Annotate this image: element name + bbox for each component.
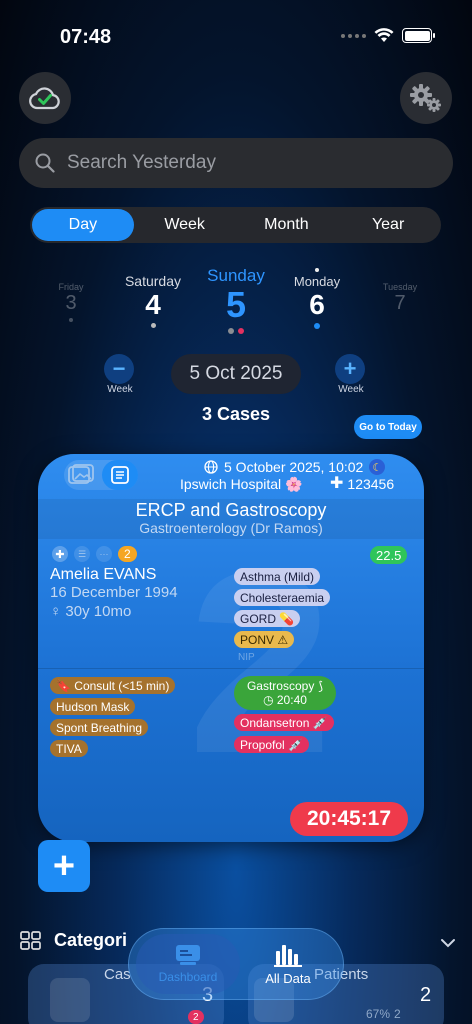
case-timer[interactable]: 20:45:17 [290, 802, 408, 836]
tab-all-data-label: All Data [265, 970, 311, 986]
date-pill[interactable]: 5 Oct 2025 [171, 354, 301, 394]
patients-tile-num: 2 [420, 984, 432, 1006]
cases-tile-label: Cas [104, 966, 131, 983]
search-input[interactable]: Search Yesterday [67, 152, 216, 174]
patients-tile-stats: 67% 2 [366, 1007, 401, 1021]
drug-tag[interactable]: Propofol 💉 [234, 736, 309, 753]
prev-week-control[interactable]: − Week [104, 354, 136, 395]
segment-year[interactable]: Year [337, 209, 439, 241]
notes-button[interactable] [102, 460, 138, 490]
day-tuesday[interactable]: Tuesday 7 [378, 282, 422, 315]
day-friday[interactable]: Friday 3 [48, 282, 94, 322]
period-segmented-control[interactable]: Day Week Month Year [30, 207, 441, 243]
mrn-number: 123456 [347, 476, 395, 492]
cloud-check-icon [29, 87, 60, 110]
segment-month[interactable]: Month [236, 209, 338, 241]
search-icon [35, 153, 55, 173]
search-bar[interactable]: Search Yesterday [19, 138, 453, 188]
case-index-watermark: 2 [188, 518, 333, 808]
mrn-row: ✚ 123456 [330, 475, 395, 493]
anaesthesia-tag[interactable]: 🔖 Consult (<15 min) [50, 677, 176, 694]
procedure-icon: ⟆ [318, 679, 324, 693]
score-badge: 22.5 [370, 546, 408, 564]
cloud-sync-button[interactable] [19, 72, 71, 124]
condition-tag[interactable]: GORD 💊 [234, 610, 301, 627]
patient-dob: 16 December 1994 [50, 584, 178, 601]
cellular-icon [341, 33, 366, 38]
specialty: Gastroenterology (Dr Ramos) [139, 520, 323, 536]
notes-icon [111, 466, 129, 484]
anaesthesia-tag[interactable]: Spont Breathing [50, 719, 149, 736]
tab-dashboard[interactable]: Dashboard [136, 934, 240, 994]
procedure-time-tag[interactable]: Gastroscopy ⟆ ◷ 20:40 [234, 676, 336, 710]
chevron-down-icon[interactable] [440, 938, 456, 948]
tab-dashboard-label: Dashboard [158, 970, 218, 984]
procedure-title: ERCP and Gastroscopy [135, 500, 327, 520]
hospital-name: Ipswich Hospital 🌸 [180, 476, 303, 492]
case-datetime: 5 October 2025, 10:02 [224, 459, 364, 475]
condition-tag[interactable]: PONV ⚠ [234, 631, 295, 648]
add-icon[interactable]: ✚ [52, 546, 68, 562]
next-week-control[interactable]: + Week [335, 354, 367, 395]
medical-cross-icon: ✚ [330, 475, 344, 492]
anaesthesia-tag[interactable]: TIVA [50, 740, 88, 757]
plus-icon[interactable]: + [335, 354, 365, 384]
more-icon[interactable]: ··· [96, 546, 112, 562]
condition-tag[interactable]: Asthma (Mild) [234, 568, 321, 585]
day-sunday-selected[interactable]: Sunday 5 [198, 266, 274, 334]
status-time: 07:48 [60, 26, 112, 48]
cases-tile-badge: 2 [188, 1010, 204, 1024]
count-badge: 2 [118, 546, 137, 562]
segment-day[interactable]: Day [32, 209, 134, 241]
add-case-button[interactable]: + [38, 840, 90, 892]
case-datetime-row: 5 October 2025, 10:02 ☾ [204, 459, 386, 475]
bar-chart-icon [274, 944, 302, 967]
case-card[interactable]: 2 5 October 2025, 10:02 ☾ Ipswich Hospit… [38, 454, 424, 842]
tab-all-data[interactable]: All Data [246, 934, 330, 994]
condition-tag[interactable]: Cholesteraemia [234, 589, 331, 606]
gears-icon [410, 84, 441, 112]
faded-condition: NIP [238, 652, 255, 663]
cases-tile-icon [50, 978, 90, 1022]
case-icon-row: ✚ ☰ ··· 2 [52, 546, 137, 562]
categories-label: Categori [54, 930, 128, 950]
list-icon[interactable]: ☰ [74, 546, 90, 562]
anaesthesia-tag[interactable]: Hudson Mask [50, 698, 136, 715]
patient-name: Amelia EVANS [50, 566, 157, 583]
moon-icon: ☾ [369, 459, 386, 475]
prev-week-label: Week [107, 384, 133, 395]
wifi-icon [374, 28, 394, 42]
next-week-label: Week [338, 384, 364, 395]
battery-icon [402, 28, 435, 43]
minus-icon[interactable]: − [104, 354, 134, 384]
dashboard-icon [176, 945, 200, 965]
status-icons [341, 28, 435, 43]
drug-tag[interactable]: Ondansetron 💉 [234, 714, 334, 731]
categories-header[interactable]: Categori [20, 930, 127, 951]
photo-icon[interactable] [68, 464, 94, 486]
plus-icon: + [52, 844, 76, 887]
go-to-today-button[interactable]: Go to Today [354, 415, 422, 439]
day-saturday[interactable]: Saturday 4 [118, 273, 188, 328]
globe-icon [204, 460, 218, 474]
patient-age: ♀ 30y 10mo [50, 603, 132, 620]
grid-icon [20, 930, 41, 950]
settings-button[interactable] [400, 72, 452, 124]
segment-week[interactable]: Week [134, 209, 236, 241]
day-monday[interactable]: Monday 6 [284, 268, 350, 329]
